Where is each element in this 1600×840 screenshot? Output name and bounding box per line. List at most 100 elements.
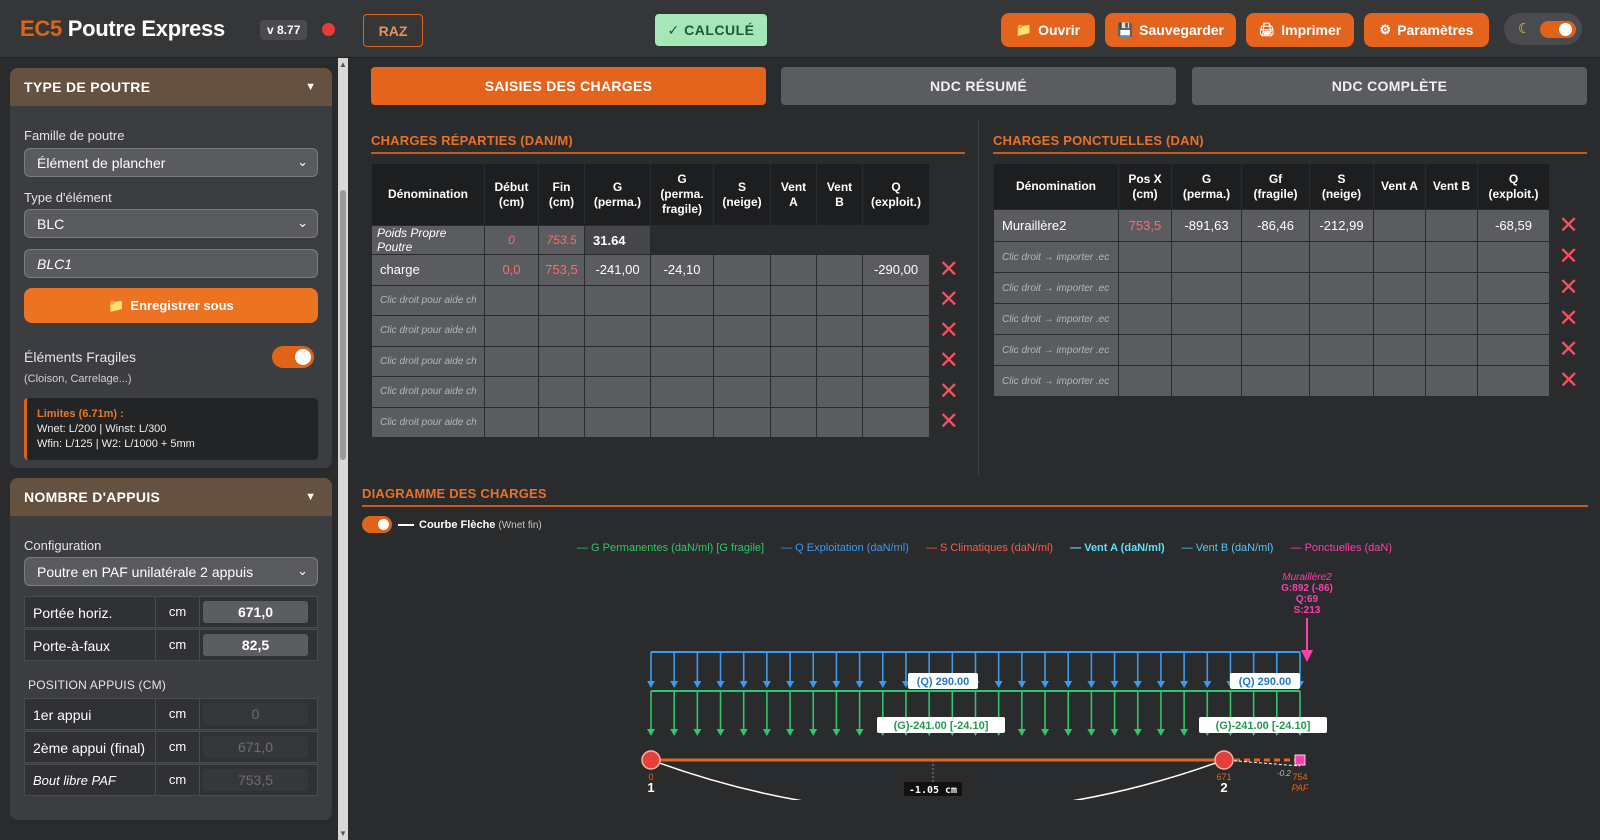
distributed-gf-cell[interactable]: -24,10 — [650, 254, 714, 286]
distributed-va-cell[interactable] — [770, 376, 817, 408]
point-gf-cell[interactable] — [1241, 365, 1310, 397]
distributed-va-cell[interactable] — [770, 284, 817, 316]
distributed-q-cell[interactable] — [862, 345, 930, 377]
fragile-elements-toggle[interactable] — [272, 346, 314, 368]
delete-row-icon[interactable]: ✕ — [1549, 365, 1588, 397]
point-gf-cell[interactable] — [1241, 303, 1310, 335]
distributed-s-cell[interactable] — [713, 345, 771, 377]
delete-row-icon[interactable]: ✕ — [1549, 241, 1588, 273]
distributed-g-cell[interactable] — [584, 315, 651, 347]
tab-ndc-full[interactable]: NDC COMPLÈTE — [1192, 67, 1587, 105]
distributed-q-cell[interactable] — [862, 315, 930, 347]
distributed-start-cell[interactable] — [484, 315, 539, 347]
distributed-q-cell[interactable] — [862, 376, 930, 408]
distributed-s-cell[interactable] — [713, 284, 771, 316]
print-button[interactable]: 🖨 Imprimer — [1246, 13, 1354, 47]
point-va-cell[interactable] — [1373, 272, 1426, 304]
delete-row-icon[interactable]: ✕ — [1549, 303, 1588, 335]
point-pos-cell[interactable] — [1118, 365, 1172, 397]
point-q-cell[interactable]: -68,59 — [1477, 209, 1550, 242]
point-s-cell[interactable] — [1309, 303, 1374, 335]
point-q-cell[interactable] — [1477, 334, 1550, 366]
delete-row-icon[interactable]: ✕ — [1549, 334, 1588, 366]
distributed-vb-cell[interactable] — [816, 345, 863, 377]
distributed-end-cell[interactable] — [538, 315, 585, 347]
distributed-g-cell[interactable] — [584, 345, 651, 377]
point-va-cell[interactable] — [1373, 241, 1426, 273]
distributed-name-cell[interactable]: Clic droit pour aide ch — [371, 284, 485, 316]
configuration-select[interactable]: Poutre en PAF unilatérale 2 appuis ⌄ — [24, 557, 318, 586]
point-q-cell[interactable] — [1477, 303, 1550, 335]
distributed-name-cell[interactable]: Clic droit pour aide ch — [371, 315, 485, 347]
distributed-s-cell[interactable] — [713, 406, 771, 438]
distributed-q-cell[interactable] — [862, 406, 930, 438]
point-vb-cell[interactable] — [1425, 241, 1478, 273]
point-q-cell[interactable] — [1477, 365, 1550, 397]
delete-row-icon[interactable]: ✕ — [929, 407, 968, 438]
distributed-end-cell[interactable]: 753,5 — [538, 254, 585, 286]
point-gf-cell[interactable] — [1241, 241, 1310, 273]
delete-row-icon[interactable]: ✕ — [1549, 209, 1588, 242]
point-name-cell[interactable]: Clic droit → importer .ec — [993, 334, 1119, 366]
distributed-end-cell[interactable] — [538, 345, 585, 377]
deflection-curve-toggle[interactable] — [362, 516, 392, 533]
distributed-end-cell[interactable] — [538, 284, 585, 316]
point-pos-cell[interactable] — [1118, 303, 1172, 335]
delete-row-icon[interactable]: ✕ — [929, 285, 968, 316]
distributed-name-cell[interactable]: Clic droit pour aide ch — [371, 406, 485, 438]
span-input[interactable]: 671,0 — [203, 601, 308, 623]
distributed-gf-cell[interactable] — [650, 284, 714, 316]
distributed-vb-cell[interactable] — [816, 254, 863, 286]
distributed-gf-cell[interactable] — [650, 315, 714, 347]
point-name-cell[interactable]: Clic droit → importer .ec — [993, 272, 1119, 304]
point-name-cell[interactable]: Clic droit → importer .ec — [993, 303, 1119, 335]
distributed-end-cell[interactable] — [538, 376, 585, 408]
point-s-cell[interactable] — [1309, 241, 1374, 273]
distributed-name-cell[interactable]: Clic droit pour aide ch — [371, 376, 485, 408]
distributed-start-cell[interactable]: 0,0 — [484, 254, 539, 286]
distributed-name-cell[interactable]: Clic droit pour aide ch — [371, 345, 485, 377]
distributed-s-cell[interactable] — [713, 315, 771, 347]
point-va-cell[interactable] — [1373, 365, 1426, 397]
distributed-gf-cell[interactable] — [650, 345, 714, 377]
point-va-cell[interactable] — [1373, 209, 1426, 242]
save-button[interactable]: 💾 Sauvegarder — [1105, 13, 1236, 47]
point-gf-cell[interactable] — [1241, 272, 1310, 304]
distributed-vb-cell[interactable] — [816, 406, 863, 438]
distributed-g-cell[interactable] — [584, 406, 651, 438]
point-pos-cell[interactable]: 753,5 — [1118, 209, 1172, 242]
point-g-cell[interactable]: -891,63 — [1171, 209, 1242, 242]
point-pos-cell[interactable] — [1118, 241, 1172, 273]
point-name-cell[interactable]: Muraillère2 — [993, 209, 1119, 242]
point-g-cell[interactable] — [1171, 334, 1242, 366]
distributed-vb-cell[interactable] — [816, 376, 863, 408]
point-pos-cell[interactable] — [1118, 272, 1172, 304]
delete-row-icon[interactable]: ✕ — [929, 254, 968, 285]
delete-row-icon[interactable]: ✕ — [929, 346, 968, 377]
scroll-up-arrow-icon[interactable]: ▲ — [339, 60, 347, 69]
point-g-cell[interactable] — [1171, 303, 1242, 335]
beam-family-select[interactable]: Élément de plancher ⌄ — [24, 148, 318, 177]
delete-row-icon[interactable]: ✕ — [929, 315, 968, 346]
distributed-end-cell[interactable] — [538, 406, 585, 438]
distributed-g-cell[interactable] — [584, 284, 651, 316]
tab-ndc-summary[interactable]: NDC RÉSUMÉ — [781, 67, 1176, 105]
scroll-down-arrow-icon[interactable]: ▼ — [339, 829, 347, 838]
overhang-input[interactable]: 82,5 — [203, 634, 308, 656]
beam-type-panel-header[interactable]: TYPE DE POUTRE ▼ — [10, 68, 332, 106]
distributed-g-cell[interactable] — [584, 376, 651, 408]
save-as-button[interactable]: 📁 Enregistrer sous — [24, 288, 318, 323]
reset-button[interactable]: RAZ — [363, 14, 423, 47]
distributed-q-cell[interactable]: -290,00 — [862, 254, 930, 286]
settings-button[interactable]: ⚙ Paramètres — [1364, 13, 1489, 47]
point-q-cell[interactable] — [1477, 241, 1550, 273]
point-pos-cell[interactable] — [1118, 334, 1172, 366]
point-vb-cell[interactable] — [1425, 303, 1478, 335]
distributed-start-cell[interactable] — [484, 284, 539, 316]
point-g-cell[interactable] — [1171, 241, 1242, 273]
distributed-vb-cell[interactable] — [816, 284, 863, 316]
point-s-cell[interactable] — [1309, 272, 1374, 304]
point-s-cell[interactable] — [1309, 365, 1374, 397]
point-va-cell[interactable] — [1373, 303, 1426, 335]
point-s-cell[interactable] — [1309, 334, 1374, 366]
